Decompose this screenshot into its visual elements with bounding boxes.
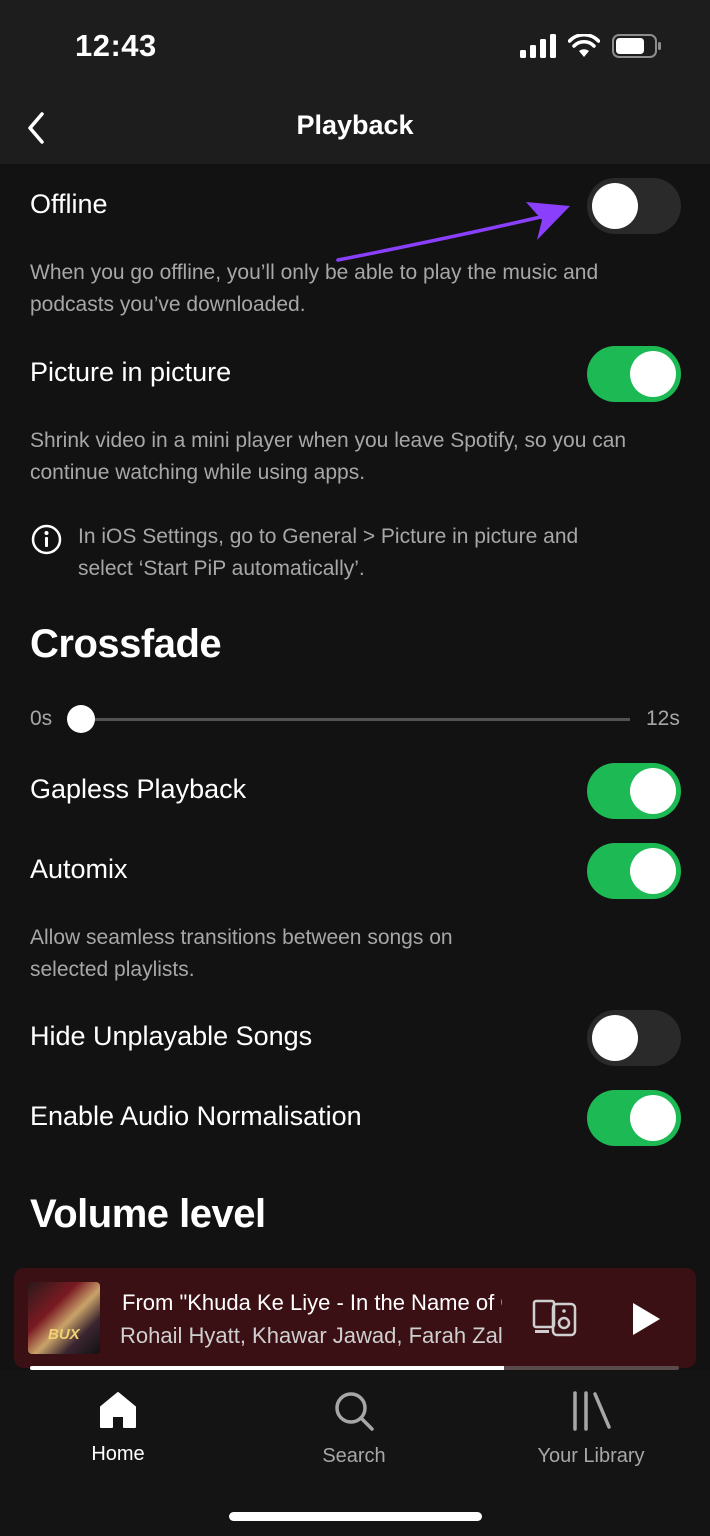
- status-icons: [520, 34, 662, 58]
- cellular-signal-icon: [520, 34, 556, 58]
- toggle-knob: [592, 183, 638, 229]
- crossfade-slider-track[interactable]: [80, 718, 630, 721]
- settings-list[interactable]: Offline When you go offline, you’ll only…: [0, 164, 710, 1268]
- album-cover-text: BUX: [48, 1326, 80, 1343]
- offline-description: When you go offline, you’ll only be able…: [30, 261, 599, 316]
- crossfade-slider-thumb[interactable]: [67, 705, 95, 733]
- hide-unplayable-label: Hide Unplayable Songs: [30, 1021, 313, 1051]
- offline-label: Offline: [30, 189, 108, 219]
- pip-toggle[interactable]: [587, 346, 681, 402]
- hide-unplayable-toggle[interactable]: [587, 1010, 681, 1066]
- toggle-knob: [630, 848, 676, 894]
- pip-info-text: In iOS Settings, go to General > Picture…: [78, 525, 579, 580]
- tab-your-library[interactable]: Your Library: [511, 1390, 671, 1468]
- mini-player[interactable]: BUX From "Khuda Ke Liye - In the Name of…: [14, 1268, 696, 1368]
- nav-header: Playback: [0, 90, 710, 164]
- automix-description: Allow seamless transitions between songs…: [30, 926, 453, 981]
- annotation-arrow-icon: [336, 202, 570, 262]
- toggle-knob: [630, 1095, 676, 1141]
- tab-home-label: Home: [91, 1443, 145, 1465]
- status-time: 12:43: [75, 28, 157, 63]
- track-title: From "Khuda Ke Liye - In the Name of God…: [122, 1290, 502, 1315]
- page-title: Playback: [296, 110, 414, 140]
- toggle-knob: [592, 1015, 638, 1061]
- battery-icon: [612, 34, 661, 58]
- gapless-playback-label: Gapless Playback: [30, 774, 247, 804]
- search-icon: [335, 1392, 374, 1431]
- crossfade-heading: Crossfade: [30, 622, 222, 666]
- tab-search[interactable]: Search: [274, 1390, 434, 1468]
- pip-description: Shrink video in a mini player when you l…: [30, 429, 627, 484]
- tab-library-label: Your Library: [537, 1445, 645, 1467]
- gapless-playback-toggle[interactable]: [587, 763, 681, 819]
- info-icon: [31, 524, 62, 555]
- status-bar: 12:43: [0, 0, 710, 90]
- toggle-knob: [630, 768, 676, 814]
- volume-level-heading: Volume level: [30, 1192, 266, 1236]
- toggle-knob: [630, 351, 676, 397]
- pip-label: Picture in picture: [30, 357, 232, 387]
- home-icon: [100, 1392, 136, 1428]
- crossfade-min-label: 0s: [30, 707, 53, 730]
- tab-search-label: Search: [322, 1445, 386, 1467]
- track-artist: Rohail Hyatt, Khawar Jawad, Farah Zala: [120, 1323, 503, 1348]
- library-icon: [573, 1391, 611, 1431]
- crossfade-max-label: 12s: [646, 707, 680, 730]
- connect-device-icon[interactable]: [532, 1299, 578, 1337]
- automix-toggle[interactable]: [587, 843, 681, 899]
- wifi-icon: [568, 34, 600, 57]
- audio-normalisation-label: Enable Audio Normalisation: [30, 1101, 362, 1131]
- tab-home[interactable]: Home: [38, 1390, 198, 1466]
- home-indicator: [229, 1512, 482, 1521]
- audio-normalisation-toggle[interactable]: [587, 1090, 681, 1146]
- offline-toggle[interactable]: [587, 178, 681, 234]
- play-icon[interactable]: [629, 1301, 663, 1337]
- album-cover: BUX: [28, 1282, 100, 1354]
- automix-label: Automix: [30, 854, 128, 884]
